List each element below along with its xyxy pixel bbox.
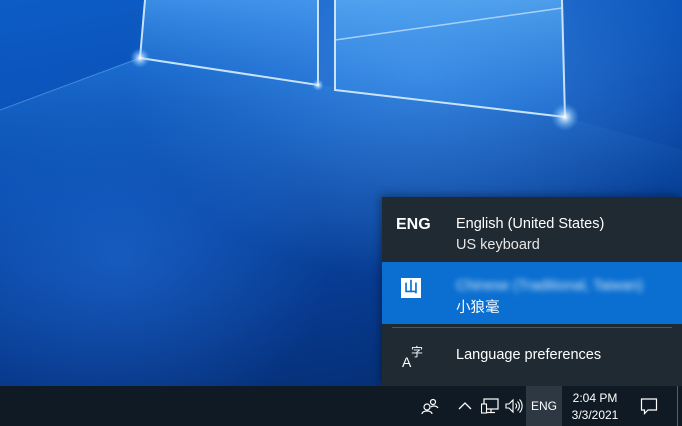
language-preferences-link[interactable]: A 字 Language preferences — [382, 329, 682, 383]
flyout-divider — [392, 327, 672, 328]
language-preferences-label: Language preferences — [456, 347, 602, 363]
light-flare-right — [551, 103, 579, 131]
keyboard-name: 小狼毫 — [456, 300, 500, 316]
people-icon[interactable] — [418, 386, 442, 426]
show-desktop-button[interactable] — [677, 386, 678, 426]
keyboard-name: US keyboard — [456, 237, 540, 253]
ime-icon: 山 — [401, 278, 421, 298]
input-indicator-button[interactable]: ENG — [526, 386, 562, 426]
clock-date: 3/3/2021 — [571, 408, 619, 422]
language-name: English (United States) — [456, 216, 605, 232]
network-icon[interactable] — [479, 386, 501, 426]
language-name: Chinese (Traditional, Taiwan) — [456, 278, 643, 294]
clock-time: 2:04 PM — [572, 391, 618, 405]
input-language-flyout: ENG English (United States) US keyboard … — [382, 197, 682, 386]
light-flare-mid — [312, 79, 324, 91]
action-center-icon[interactable] — [636, 386, 662, 426]
language-preferences-icon: A 字 — [402, 344, 423, 369]
svg-text:字: 字 — [411, 344, 423, 359]
language-code: ENG — [396, 216, 431, 233]
light-flare-left — [130, 48, 150, 68]
taskbar: ENG 2:04 PM 3/3/2021 — [0, 386, 682, 426]
chevron-up-icon[interactable] — [455, 386, 475, 426]
language-item-english[interactable]: ENG English (United States) US keyboard — [382, 200, 682, 262]
language-item-chinese[interactable]: 山 Chinese (Traditional, Taiwan) 小狼毫 — [382, 262, 682, 324]
volume-icon[interactable] — [503, 386, 525, 426]
clock-button[interactable]: 2:04 PM 3/3/2021 — [565, 386, 625, 426]
